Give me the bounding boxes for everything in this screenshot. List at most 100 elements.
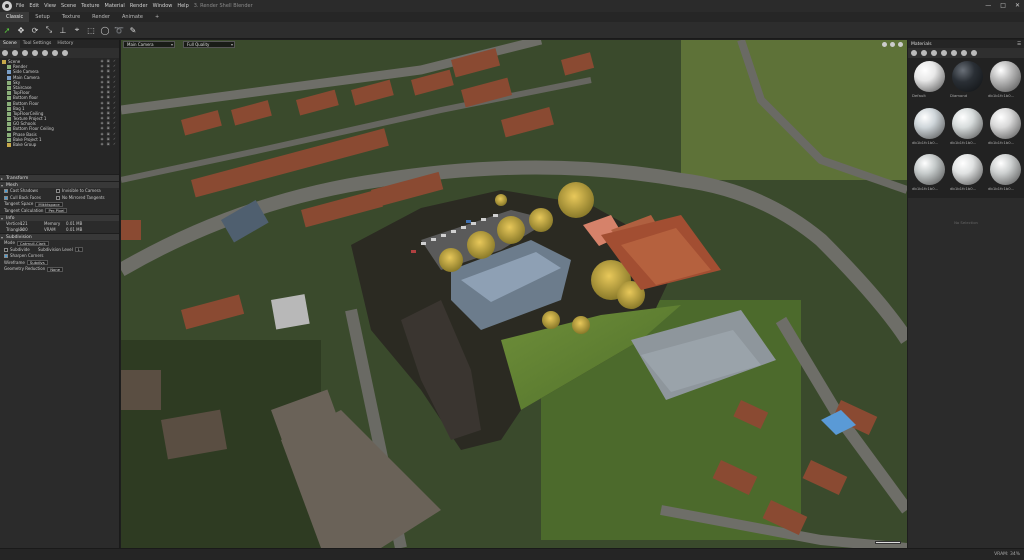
subdiv-mode-dropdown[interactable]: Catmull-Clark (16, 240, 49, 246)
tab-render[interactable]: Render (86, 12, 116, 22)
title-bar: File Edit View Scene Texture Material Render Wi… (0, 0, 1024, 12)
cast-shadows-checkbox[interactable] (4, 189, 8, 194)
section-transform[interactable]: Transform (0, 174, 119, 182)
tree-item-label: Bake Group (13, 142, 37, 147)
material-label: db1b1fc1b0... (950, 186, 977, 192)
material-thumbnail[interactable]: Diamond (949, 61, 985, 105)
3d-viewport[interactable]: Main Camera Full Quality (121, 40, 907, 548)
material-label: db1b1fc1b0... (912, 186, 939, 192)
status-bar: VRAM: 34% (0, 548, 1024, 560)
maximize-icon[interactable]: □ (1000, 2, 1006, 9)
minimize-icon[interactable]: — (985, 2, 991, 9)
viewport-expand-icon[interactable] (890, 42, 895, 47)
menu-material[interactable]: Material (105, 3, 125, 9)
duplicate-material-icon[interactable] (931, 50, 937, 56)
material-thumbnail[interactable]: db1b1fc1b0... (949, 154, 985, 198)
axis-icon[interactable]: ⊥ (58, 25, 68, 35)
mode-tabs: Classic Setup Texture Render Animate + (0, 12, 1024, 22)
material-label: Diamond (950, 93, 968, 98)
folder-icon[interactable] (941, 50, 947, 56)
material-thumbnail[interactable]: db1b1fc1b0... (987, 154, 1023, 198)
material-sphere-icon (913, 107, 945, 139)
viewport-bar: Main Camera Full Quality (121, 40, 235, 49)
tab-tool-settings[interactable]: Tool Settings (20, 40, 55, 48)
add-object-icon[interactable] (2, 50, 8, 56)
menu-render[interactable]: Render (130, 3, 148, 9)
menu-view[interactable]: View (44, 3, 56, 9)
no-mirrored-tangents-checkbox[interactable] (56, 195, 60, 200)
material-thumbnail[interactable]: Default (911, 61, 947, 105)
subdivide-checkbox[interactable] (4, 247, 8, 252)
group-icon (7, 143, 11, 147)
section-mesh[interactable]: Mesh (0, 181, 119, 189)
tab-scene[interactable]: Scene (0, 40, 20, 48)
material-thumbnail[interactable]: db1b1fc1b0... (949, 107, 985, 152)
material-thumbnail[interactable]: db1b1fc1b0... (987, 107, 1023, 152)
menu-file[interactable]: File (16, 3, 24, 9)
import-material-icon[interactable] (921, 50, 927, 56)
invisible-camera-checkbox[interactable] (56, 189, 60, 194)
material-thumbnail[interactable]: db1b1fc1b0... (911, 154, 947, 198)
material-sphere-icon (913, 154, 945, 186)
tangent-space-dropdown[interactable]: Mikktspace (35, 201, 63, 207)
refresh-icon[interactable] (961, 50, 967, 56)
main-toolbar: ➚ ✥ ⟳ ⤡ ⊥ ⌖ ⬚ ◯ ➰ ✎ (0, 22, 1024, 39)
subdiv-level-input[interactable]: 1 (74, 247, 83, 253)
tangent-calc-dropdown[interactable]: Per-Pixel (45, 208, 68, 214)
scene-tree: Scene ◉ ▣ ✓ Render ◉ ▣ ✓ Side Camera ◉ ▣ ✓ Mai… (0, 58, 119, 174)
close-icon[interactable]: ✕ (1015, 2, 1020, 9)
tab-animate[interactable]: Animate (116, 12, 149, 22)
material-label: db1b1fc1b0... (912, 139, 939, 145)
menu-window[interactable]: Window (153, 3, 173, 9)
cull-back-faces-checkbox[interactable] (4, 195, 8, 200)
menu-texture[interactable]: Texture (81, 3, 99, 9)
material-thumbnail[interactable]: db1b1fc1b0... (911, 107, 947, 152)
sharpen-corners-checkbox[interactable] (4, 254, 8, 259)
menu-edit[interactable]: Edit (29, 3, 39, 9)
add-light-icon[interactable] (12, 50, 18, 56)
no-mirrored-tangents-label: No Mirrored Tangents (62, 194, 105, 200)
menu-help[interactable]: Help (177, 3, 188, 9)
visibility-icons[interactable]: ◉ ▣ ✓ (100, 142, 117, 147)
tab-texture[interactable]: Texture (56, 12, 86, 22)
select-arrow-icon[interactable]: ➚ (2, 25, 12, 35)
add-group-icon[interactable] (32, 50, 38, 56)
paint-select-icon[interactable]: ✎ (128, 25, 138, 35)
section-subdivision[interactable]: Subdivision (0, 233, 119, 241)
menu-scene[interactable]: Scene (61, 3, 76, 9)
rotate-icon[interactable]: ⟳ (30, 25, 40, 35)
filter-icon[interactable] (62, 50, 68, 56)
add-tab-button[interactable]: + (149, 12, 165, 22)
tab-setup[interactable]: Setup (29, 12, 56, 22)
materials-menu-icon[interactable]: ☰ (1017, 42, 1021, 47)
lasso-icon[interactable]: ➰ (114, 25, 124, 35)
materials-header: Materials ☰ (908, 40, 1024, 48)
tree-item[interactable]: Bake Group ◉ ▣ ✓ (0, 142, 119, 147)
delete-icon[interactable] (42, 50, 48, 56)
quality-dropdown[interactable]: Full Quality (183, 41, 235, 48)
scale-icon[interactable]: ⤡ (44, 25, 54, 35)
material-label: Default (912, 93, 926, 98)
apply-material-icon[interactable] (971, 50, 977, 56)
settings-icon[interactable] (52, 50, 58, 56)
box-select-icon[interactable]: ⬚ (86, 25, 96, 35)
viewport-menu-icon[interactable] (898, 42, 903, 47)
geometry-reduction-dropdown[interactable]: None (47, 266, 64, 272)
tab-history[interactable]: History (54, 40, 76, 48)
move-icon[interactable]: ✥ (16, 25, 26, 35)
window-title: 3. Render Shell Blender (193, 3, 253, 9)
wireframe-dropdown[interactable]: Subdivs (26, 260, 48, 266)
camera-dropdown[interactable]: Main Camera (123, 41, 175, 48)
section-info[interactable]: Info (0, 214, 119, 222)
new-material-icon[interactable] (911, 50, 917, 56)
pivot-icon[interactable]: ⌖ (72, 25, 82, 35)
add-camera-icon[interactable] (22, 50, 28, 56)
material-sphere-icon (989, 154, 1021, 186)
material-sphere-icon (951, 107, 983, 139)
delete-material-icon[interactable] (951, 50, 957, 56)
circle-select-icon[interactable]: ◯ (100, 25, 110, 35)
tab-classic[interactable]: Classic (0, 12, 30, 22)
viewport-settings-icon[interactable] (882, 42, 887, 47)
material-thumbnail[interactable]: db1b1fc1b0... (987, 61, 1023, 105)
material-grid: Default Diamond db1b1fc1b0... db1b1fc1b0...… (908, 58, 1024, 198)
